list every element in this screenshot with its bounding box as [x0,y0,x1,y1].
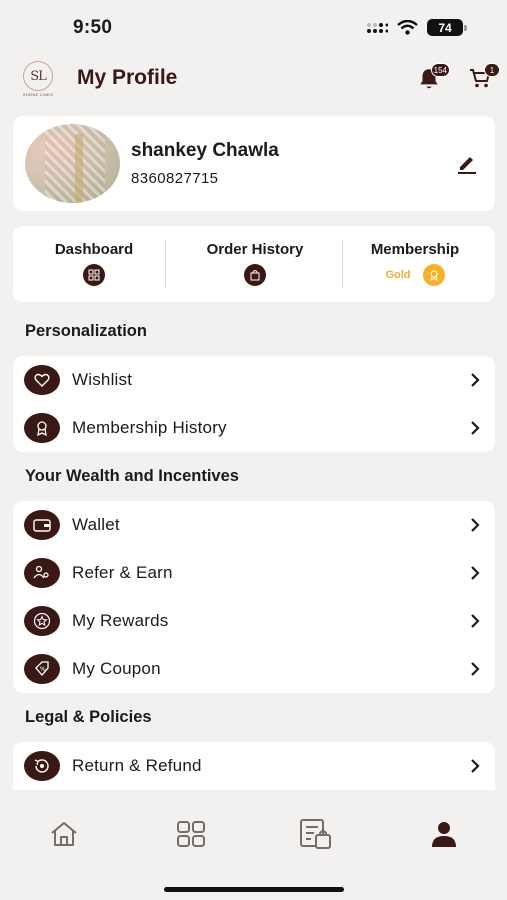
tab-orders[interactable] [299,817,333,851]
menu-item-membership-history[interactable]: Membership History [13,404,495,452]
edit-profile-button[interactable] [455,152,479,176]
avatar[interactable] [25,124,120,203]
menu-label-my-rewards: My Rewards [72,611,169,630]
dashboard-icon [83,264,105,286]
status-bar: 9:50 74 [0,0,507,56]
membership-tier: Gold [385,269,411,281]
logo-subtext: SHONE LINKS [22,92,54,97]
refer-icon [24,558,60,588]
home-indicator [164,887,344,892]
section-legal: Legal & Policies [25,708,152,726]
menu-label-wishlist: Wishlist [72,370,133,389]
user-name: shankey Chawla [131,140,279,161]
chevron-right-icon [471,566,480,580]
cart-button[interactable]: 1 [468,63,500,94]
notification-button[interactable]: 154 [416,63,450,94]
pencil-icon [458,157,476,174]
menu-label-membership-history: Membership History [72,418,227,437]
order-history-stat[interactable]: Order History [175,226,335,302]
status-time: 9:50 [73,17,113,38]
menu-item-my-rewards[interactable]: My Rewards [13,597,495,645]
notification-badge: 154 [430,63,450,77]
star-icon [24,606,60,636]
stats-divider [165,240,166,288]
chevron-right-icon [471,662,480,676]
menu-item-wallet[interactable]: Wallet [13,501,495,549]
membership-stat[interactable]: Membership Gold [335,226,495,302]
dashboard-stat[interactable]: Dashboard [13,226,175,302]
menu-item-refer-earn[interactable]: Refer & Earn [13,549,495,597]
user-phone: 8360827715 [131,170,219,187]
award-icon [24,413,60,443]
chevron-right-icon [471,421,480,435]
home-icon [51,822,77,846]
order-history-label: Order History [206,241,304,258]
dashboard-label: Dashboard [54,241,134,258]
chevron-right-icon [471,759,480,773]
signal-icon [367,22,388,33]
bottom-tab-bar [0,796,507,900]
legal-card: Return & Refund [13,742,495,790]
tab-home[interactable] [47,817,81,851]
battery-icon: 74 [427,19,467,36]
chevron-right-icon [471,518,480,532]
menu-label-wallet: Wallet [72,515,120,534]
tab-profile[interactable] [427,817,461,851]
svg-text:%: % [40,666,46,673]
app-header: SL SHONE LINKS My Profile 154 1 [0,58,507,102]
heart-icon [24,365,60,395]
menu-item-my-coupon[interactable]: % My Coupon [13,645,495,693]
chevron-right-icon [471,614,480,628]
section-wealth: Your Wealth and Incentives [25,467,239,485]
stats-card: Dashboard Order History Membership Gold [13,226,495,302]
cart-badge: 1 [484,63,500,77]
membership-label: Membership [370,241,460,258]
menu-item-wishlist[interactable]: Wishlist [13,356,495,404]
menu-label-return-refund: Return & Refund [72,756,202,775]
wifi-icon [397,20,418,35]
profile-card[interactable]: shankey Chawla 8360827715 [13,116,495,211]
wealth-card: Wallet Refer & Earn My Rewards % My Coup… [13,501,495,693]
section-personalization: Personalization [25,322,147,340]
wallet-icon [24,510,60,540]
coupon-icon: % [24,654,60,684]
personalization-card: Wishlist Membership History [13,356,495,452]
menu-label-refer-earn: Refer & Earn [72,563,173,582]
menu-label-my-coupon: My Coupon [72,659,161,678]
logo-mark: SL [23,61,53,91]
menu-item-return-refund[interactable]: Return & Refund [13,742,495,790]
tab-categories[interactable] [174,817,208,851]
orders-icon [300,819,331,849]
return-icon [24,751,60,781]
order-history-icon [244,264,266,286]
page-title: My Profile [77,66,178,89]
profile-icon [432,822,456,847]
grid-icon [177,821,205,847]
chevron-right-icon [471,373,480,387]
membership-badge-icon [422,264,445,286]
status-icons: 74 [366,19,467,36]
brand-logo: SL SHONE LINKS [18,59,58,99]
